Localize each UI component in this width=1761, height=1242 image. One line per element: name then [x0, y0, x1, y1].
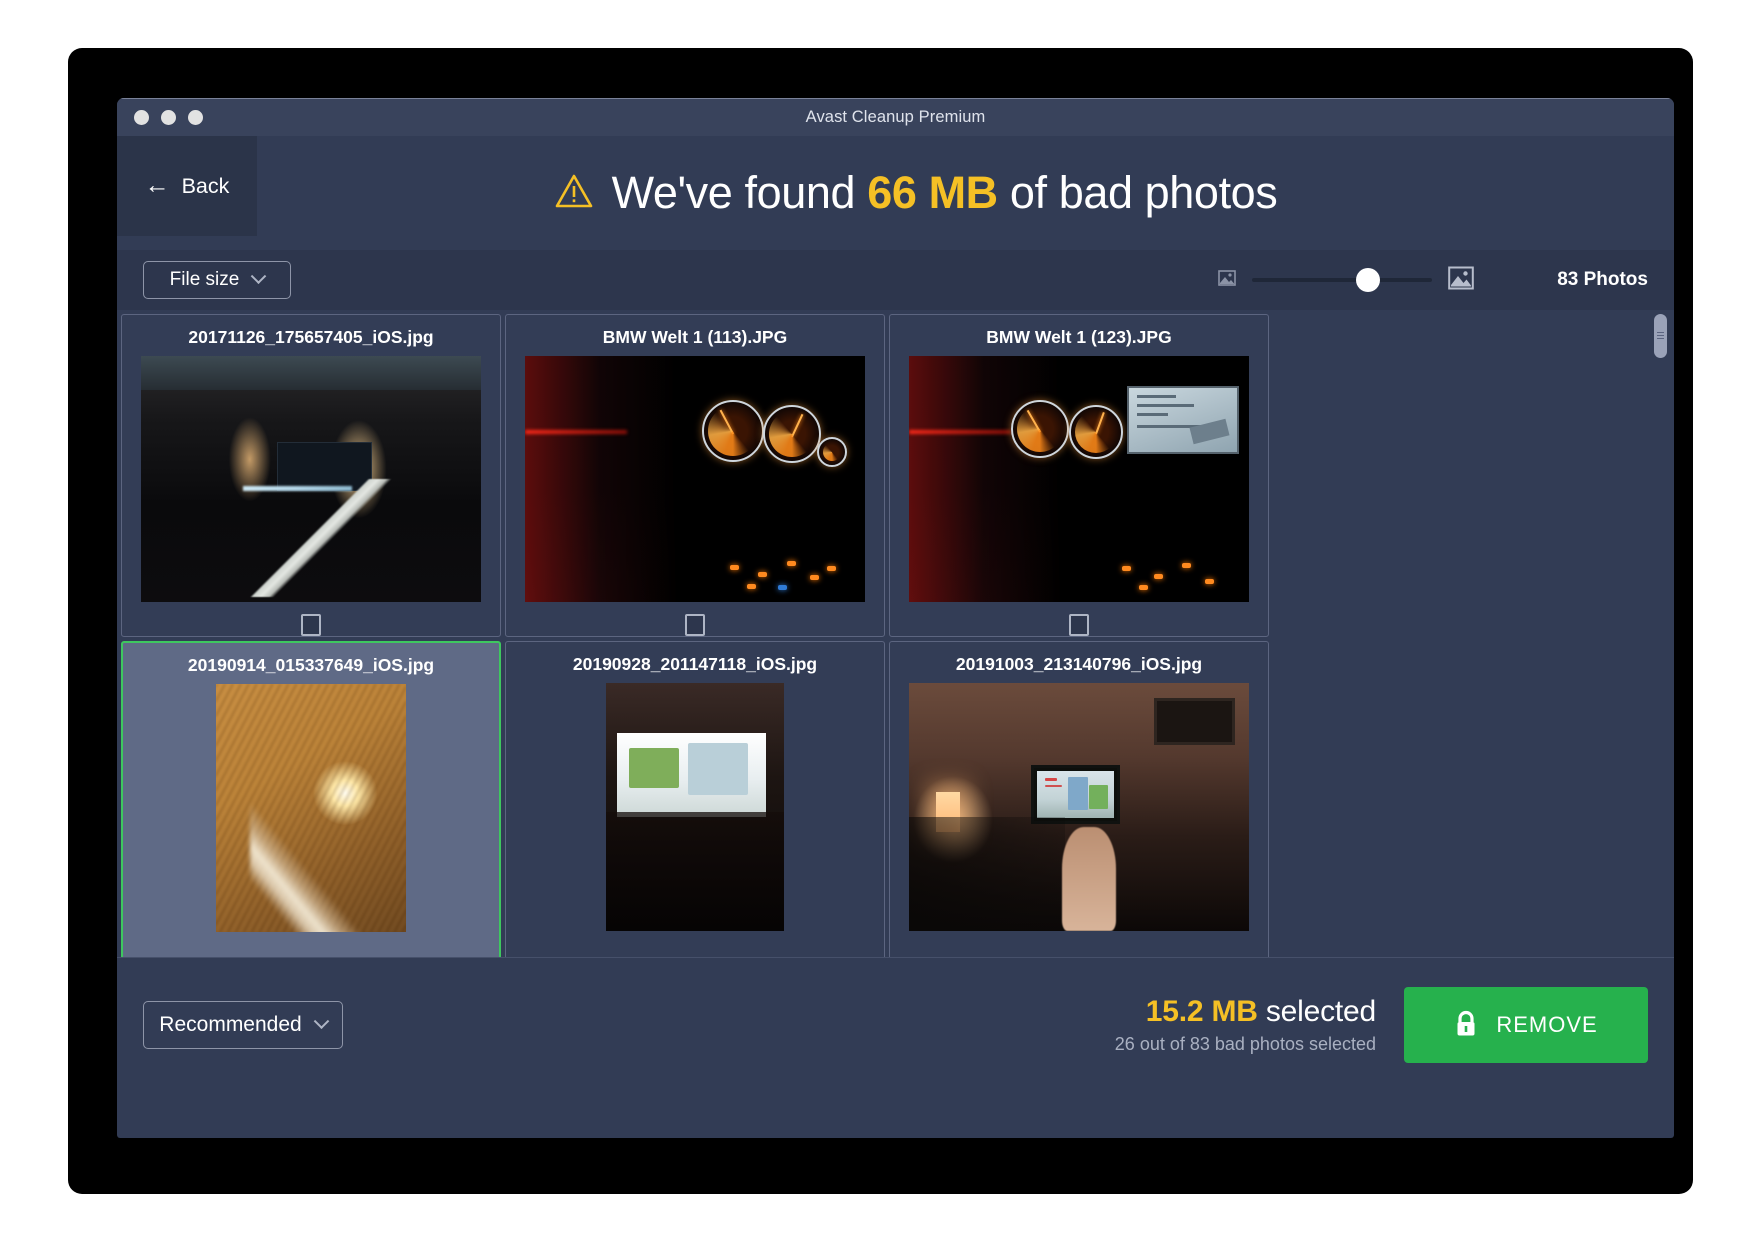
photo-thumbnail[interactable]: [909, 356, 1249, 603]
photo-card[interactable]: BMW Welt 1 (113).JPG: [505, 314, 885, 637]
photo-card[interactable]: 20190928_201147118_iOS.jpg: [505, 641, 885, 957]
warning-triangle-icon: [554, 173, 594, 214]
photo-count-label: 83 Photos: [1557, 269, 1648, 290]
page-title-group: We've found 66 MB of bad photos: [117, 167, 1674, 219]
selection-subtitle: 26 out of 83 bad photos selected: [1114, 1034, 1376, 1054]
thumbnail-size-slider[interactable]: [1252, 268, 1432, 292]
grid-toolbar: File size 83 Photos: [117, 250, 1674, 310]
photo-grid-area: 20171126_175657405_iOS.jpg BMW Welt 1 (1…: [117, 310, 1674, 957]
photo-filename: BMW Welt 1 (113).JPG: [602, 327, 788, 347]
page-title-prefix: We've found: [611, 167, 868, 218]
photo-image-dark-room: [141, 356, 481, 603]
footer-actions: 15.2 MB selected 26 out of 83 bad photos…: [1115, 987, 1648, 1063]
photo-thumbnail[interactable]: [216, 684, 406, 932]
photo-filename: 20190928_201147118_iOS.jpg: [572, 654, 818, 674]
maximize-button[interactable]: [188, 110, 203, 125]
recommended-dropdown[interactable]: Recommended: [143, 1001, 343, 1049]
photo-image-car-dashboard: [525, 356, 865, 603]
photo-filename: BMW Welt 1 (123).JPG: [986, 327, 1172, 347]
page-header: ← Back We've found 66 MB of bad photos: [117, 136, 1674, 250]
image-large-icon[interactable]: [1448, 265, 1474, 296]
photo-checkbox[interactable]: [1069, 614, 1089, 636]
image-small-icon[interactable]: [1218, 269, 1236, 292]
back-arrow-icon: ←: [144, 170, 170, 199]
photo-card-selected[interactable]: 20190914_015337649_iOS.jpg: [121, 641, 501, 957]
slider-thumb[interactable]: [1356, 268, 1380, 292]
remove-button-label: REMOVE: [1496, 1012, 1598, 1037]
page-title-suffix: of bad photos: [997, 167, 1278, 218]
window-title: Avast Cleanup Premium: [805, 108, 986, 126]
photo-filename: 20191003_213140796_iOS.jpg: [955, 654, 1203, 674]
remove-button[interactable]: REMOVE: [1404, 987, 1648, 1063]
photo-filename: 20171126_175657405_iOS.jpg: [188, 327, 434, 347]
photo-image-car-dashboard-nav: [909, 356, 1249, 603]
recommended-dropdown-label: Recommended: [159, 1013, 302, 1036]
photo-image-living-room-tv: [909, 683, 1249, 931]
selection-summary: 15.2 MB selected 26 out of 83 bad photos…: [1115, 995, 1376, 1055]
chevron-down-icon: [313, 1012, 329, 1029]
photo-filename: 20190914_015337649_iOS.jpg: [187, 655, 435, 675]
photo-grid: 20171126_175657405_iOS.jpg BMW Welt 1 (1…: [121, 314, 1273, 957]
lock-icon: [1454, 1010, 1478, 1041]
photo-card[interactable]: BMW Welt 1 (123).JPG: [889, 314, 1269, 637]
selection-size-word: selected: [1257, 995, 1376, 1028]
scrollbar-grip: [1657, 332, 1664, 339]
action-footer: Recommended 15.2 MB selected 26 out of 8…: [117, 957, 1674, 1092]
sort-dropdown-label: File size: [169, 269, 240, 290]
photo-card[interactable]: 20191003_213140796_iOS.jpg: [889, 641, 1269, 957]
grid-scrollbar[interactable]: [1654, 314, 1667, 358]
thumbnail-size-control: [1218, 265, 1474, 296]
window-titlebar: Avast Cleanup Premium: [117, 98, 1674, 136]
photo-card[interactable]: 20171126_175657405_iOS.jpg: [121, 314, 501, 637]
page-title: We've found 66 MB of bad photos: [612, 167, 1278, 219]
app-window: Avast Cleanup Premium ← Back We've found…: [117, 98, 1674, 1138]
back-button[interactable]: ← Back: [117, 136, 257, 236]
photo-checkbox[interactable]: [301, 614, 321, 636]
page-title-amount: 66 MB: [867, 167, 998, 218]
close-button[interactable]: [134, 110, 149, 125]
photo-thumbnail[interactable]: [606, 683, 784, 931]
sort-dropdown[interactable]: File size: [143, 261, 291, 299]
back-button-label: Back: [181, 173, 230, 198]
photo-checkbox[interactable]: [685, 614, 705, 636]
selection-size-value: 15.2 MB: [1145, 995, 1258, 1028]
minimize-button[interactable]: [161, 110, 176, 125]
chevron-down-icon: [251, 267, 267, 284]
photo-image-sun-blur: [216, 684, 406, 932]
selection-size: 15.2 MB selected: [1115, 995, 1376, 1029]
photo-thumbnail[interactable]: [909, 683, 1249, 931]
photo-image-tv-dark: [606, 683, 784, 931]
photo-thumbnail[interactable]: [141, 356, 481, 603]
window-controls[interactable]: [134, 110, 203, 125]
screenshot-stage: Avast Cleanup Premium ← Back We've found…: [0, 0, 1761, 1242]
photo-thumbnail[interactable]: [525, 356, 865, 603]
